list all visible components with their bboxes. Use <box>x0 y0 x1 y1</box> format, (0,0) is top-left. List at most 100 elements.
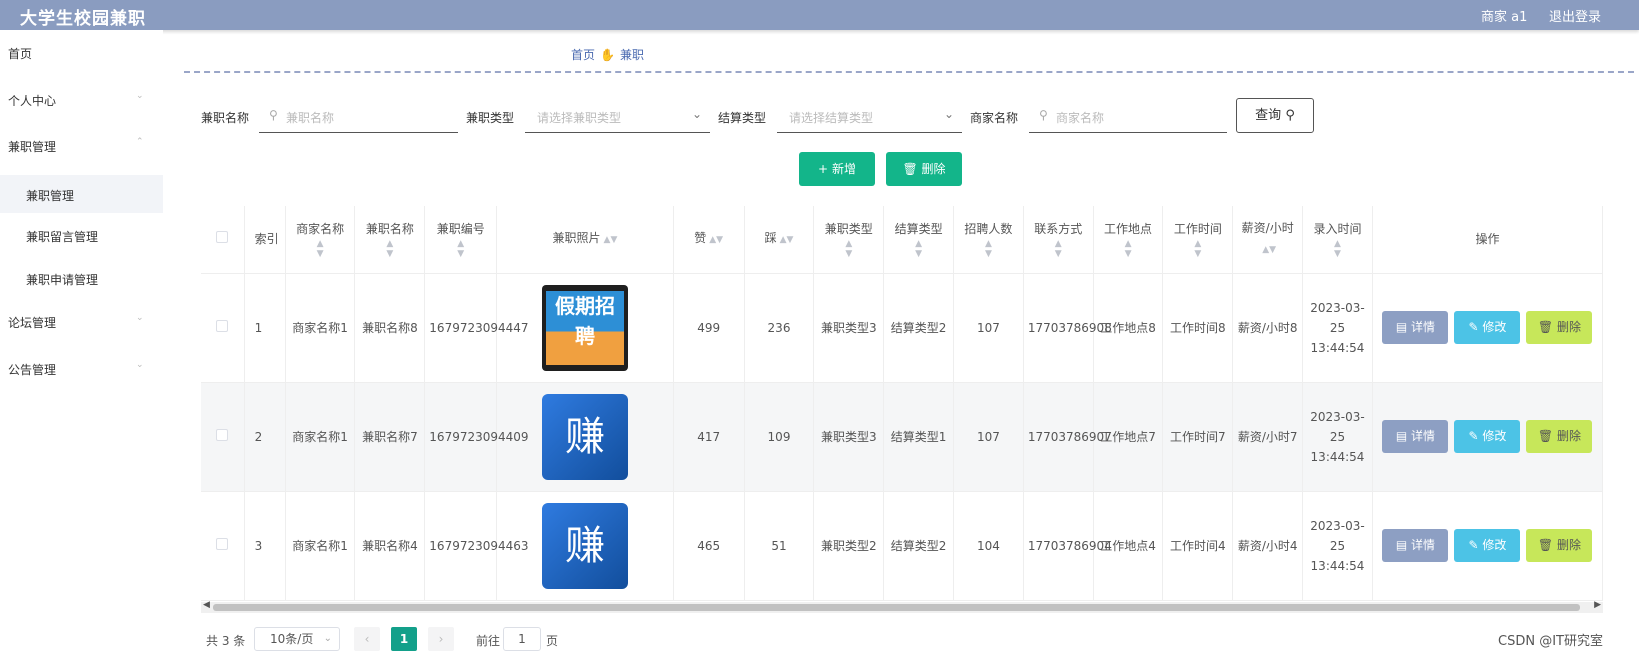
search-icon: ⚲ <box>1285 108 1295 123</box>
document-icon: ▤ <box>1395 429 1408 443</box>
row-checkbox[interactable] <box>201 491 245 601</box>
detail-button[interactable]: ▤ 详情 <box>1382 529 1449 562</box>
prev-page-button[interactable]: ‹ <box>354 627 380 651</box>
select-all-checkbox[interactable] <box>201 206 245 274</box>
divider <box>184 71 1634 73</box>
header-created[interactable]: 录入时间 ▲ ▼ <box>1302 206 1373 274</box>
edit-button[interactable]: ✎ 修改 <box>1454 529 1521 562</box>
header-code[interactable]: 兼职编号 ▲ ▼ <box>424 206 498 274</box>
sidebar-item-label: 公告管理 <box>8 363 57 377</box>
cell-count: 107 <box>953 273 1024 383</box>
horizontal-scrollbar[interactable]: ◀ ▶ <box>201 600 1603 613</box>
cell-like: 465 <box>673 491 745 601</box>
sidebar-item-notice[interactable]: 公告管理 ⌄ <box>0 350 163 386</box>
batch-delete-button[interactable]: 🗑 删除 <box>886 152 962 186</box>
header-settle[interactable]: 结算类型 ▲ ▼ <box>883 206 955 274</box>
cell-time: 工作时间7 <box>1162 382 1234 492</box>
header-like[interactable]: 赞 ▲▼ <box>673 206 745 274</box>
detail-button[interactable]: ▤ 详情 <box>1382 311 1449 344</box>
header-dislike[interactable]: 踩 ▲▼ <box>744 206 815 274</box>
sidebar-item-forum[interactable]: 论坛管理 ⌄ <box>0 303 163 339</box>
sidebar-item-label: 首页 <box>8 47 33 61</box>
cell-salary: 薪资/小时8 <box>1232 273 1304 383</box>
settle-type-select[interactable]: 请选择结算类型 ⌄ <box>777 101 962 133</box>
cell-index: 2 <box>244 382 286 492</box>
page-size-select[interactable]: 10条/页 ⌄ <box>254 627 340 651</box>
cell-time: 工作时间8 <box>1162 273 1234 383</box>
merchant-name-input[interactable]: ⚲ 商家名称 <box>1029 101 1227 133</box>
job-photo[interactable]: 假期招聘 <box>541 284 628 371</box>
delete-label: 删除 <box>1556 320 1581 334</box>
cell-salary: 薪资/小时7 <box>1232 382 1304 492</box>
cell-settle: 结算类型1 <box>883 382 955 492</box>
trash-icon: 🗑 <box>1537 429 1554 443</box>
header-place[interactable]: 工作地点 ▲ ▼ <box>1093 206 1164 274</box>
cell-created: 2023-03-25 13:44:54 <box>1302 273 1373 383</box>
delete-button[interactable]: 🗑 删除 <box>1526 529 1593 562</box>
header-label: 工作地点 <box>1104 222 1153 237</box>
cell-type: 兼职类型2 <box>813 491 885 601</box>
page-suffix: 页 <box>546 634 559 648</box>
header-type[interactable]: 兼职类型 ▲ ▼ <box>813 206 885 274</box>
search-icon: ⚲ <box>1039 108 1048 122</box>
logout-link[interactable]: 退出登录 <box>1549 6 1601 25</box>
cell-settle: 结算类型2 <box>883 273 955 383</box>
cell-code: 1679723094447 <box>424 273 529 383</box>
header-count[interactable]: 招聘人数 ▲ ▼ <box>953 206 1024 274</box>
sidebar-item-home[interactable]: 首页 <box>0 34 163 70</box>
header-name[interactable]: 兼职名称 ▲ ▼ <box>354 206 426 274</box>
current-page[interactable]: 1 <box>391 627 417 651</box>
edit-button[interactable]: ✎ 修改 <box>1454 420 1521 453</box>
sidebar-subitem-job-messages[interactable]: 兼职留言管理 <box>0 216 163 254</box>
header-salary[interactable]: 薪资/小时 ▲▼ <box>1232 206 1304 274</box>
sidebar-item-label: 兼职留言管理 <box>26 230 99 244</box>
header-photo[interactable]: 兼职照片 ▲▼ <box>496 206 674 274</box>
watermark: CSDN @IT研究室 <box>1498 634 1603 649</box>
chevron-up-icon: ⌃ <box>136 137 144 147</box>
total-count: 共 3 条 <box>206 634 246 648</box>
add-button[interactable]: + 新增 <box>799 152 875 186</box>
chevron-down-icon: ⌄ <box>323 633 332 644</box>
scrollbar-thumb[interactable] <box>213 604 1580 611</box>
cell-merchant: 商家名称1 <box>285 382 356 492</box>
job-photo[interactable]: 赚 <box>541 502 628 589</box>
job-name-input[interactable]: ⚲ 兼职名称 <box>259 101 458 133</box>
trash-icon: 🗑 <box>1537 320 1554 334</box>
header-index: 索引 <box>244 206 286 274</box>
sidebar-item-label: 兼职申请管理 <box>26 273 99 287</box>
header-label: 联系方式 <box>1034 222 1083 237</box>
cell-created: 2023-03-25 13:44:54 <box>1302 491 1373 601</box>
edit-label: 修改 <box>1482 538 1507 552</box>
next-page-button[interactable]: › <box>428 627 454 651</box>
sidebar-subitem-job-applications[interactable]: 兼职申请管理 <box>0 259 163 297</box>
cell-created: 2023-03-25 13:44:54 <box>1302 382 1373 492</box>
job-photo[interactable]: 赚 <box>541 393 628 480</box>
table-row: 2 商家名称1 兼职名称7 1679723094409 赚 417 109 兼职类型3 结算类型… <box>201 382 1603 492</box>
batch-delete-label: 删除 <box>921 162 946 176</box>
header-label: 兼职名称 <box>365 222 414 237</box>
cell-type: 兼职类型3 <box>813 382 885 492</box>
row-checkbox[interactable] <box>201 382 245 492</box>
cell-code: 1679723094463 <box>424 491 529 601</box>
job-type-select[interactable]: 请选择兼职类型 ⌄ <box>525 101 710 133</box>
sidebar-subitem-job-management[interactable]: 兼职管理 <box>0 175 163 213</box>
detail-button[interactable]: ▤ 详情 <box>1382 420 1449 453</box>
header-label: 兼职编号 <box>436 222 485 237</box>
edit-button[interactable]: ✎ 修改 <box>1454 311 1521 344</box>
header-merchant[interactable]: 商家名称 ▲ ▼ <box>285 206 356 274</box>
scroll-left-icon[interactable]: ◀ <box>203 600 210 610</box>
breadcrumb-home[interactable]: 首页 <box>571 48 595 62</box>
add-button-label: 新增 <box>831 162 856 176</box>
header-contact[interactable]: 联系方式 ▲ ▼ <box>1023 206 1094 274</box>
delete-button[interactable]: 🗑 删除 <box>1526 311 1593 344</box>
goto-page-input[interactable]: 1 <box>503 627 541 651</box>
scroll-right-icon[interactable]: ▶ <box>1594 600 1601 610</box>
sort-icon: ▲▼ <box>1194 239 1202 260</box>
delete-button[interactable]: 🗑 删除 <box>1526 420 1593 453</box>
cell-code: 1679723094409 <box>424 382 529 492</box>
header-label: 踩 <box>764 231 777 246</box>
header-time[interactable]: 工作时间 ▲ ▼ <box>1162 206 1234 274</box>
query-button[interactable]: 查询 ⚲ <box>1236 98 1314 133</box>
cell-index: 1 <box>244 273 286 383</box>
row-checkbox[interactable] <box>201 273 245 383</box>
